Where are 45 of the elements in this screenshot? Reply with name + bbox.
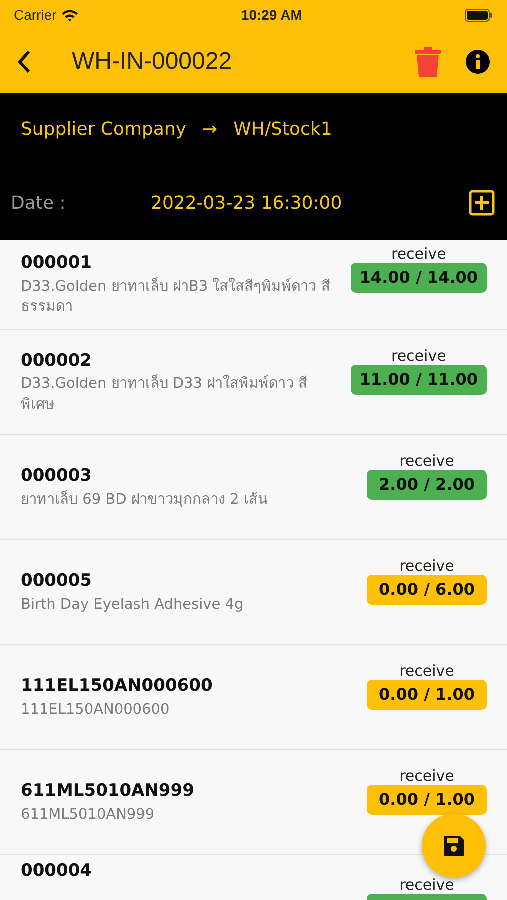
- add-button[interactable]: [469, 190, 495, 216]
- date-label: Date :: [11, 192, 67, 216]
- item-code: 111EL150AN000600: [21, 675, 213, 698]
- destination-location: WH/Stock1: [234, 118, 332, 142]
- list-item[interactable]: 111EL150AN000600 111EL150AN000600 receive 0.00 / 1.00: [0, 645, 507, 750]
- list-item[interactable]: 000001 D33.Golden ยาทาเล็บ ฝาB3 ใสใสสีๆพิมพ์ดาว สีธรรมดา receive 14.00 / 14.00: [0, 240, 507, 330]
- receive-label: receive: [400, 663, 454, 680]
- item-code: 000005: [21, 570, 93, 594]
- date-value: 2022-03-23 16:30:00: [151, 192, 344, 216]
- save-button[interactable]: [422, 814, 486, 878]
- quantity-badge: 14.00 / 14.00: [350, 262, 487, 292]
- receive-label: receive: [400, 877, 454, 894]
- item-code: 000001: [21, 252, 93, 276]
- item-code: 000003: [21, 465, 93, 488]
- quantity-badge: 0.00 / 6.00: [367, 574, 487, 604]
- receive-label: receive: [400, 453, 454, 470]
- quantity-badge: 11.00 / 11.00: [350, 364, 487, 394]
- item-description: Birth Day Eyelash Adhesive 4g: [21, 596, 244, 615]
- item-description: 611ML5010AN999: [21, 806, 156, 825]
- receive-label: receive: [400, 768, 454, 784]
- item-code: 611ML5010AN999: [21, 780, 194, 804]
- receive-label: receive: [391, 348, 446, 364]
- list-item[interactable]: 000005 Birth Day Eyelash Adhesive 4g receive 0.00 / 6.00: [0, 540, 507, 645]
- list-item[interactable]: 000002 D33.Golden ยาทาเล็บ D33 ฝาใสพิมพ์ดาว สี พิเศษ receive 11.00 / 11.00: [0, 330, 507, 435]
- carrier-label: Carrier: [14, 6, 57, 24]
- wifi-icon: [60, 8, 79, 22]
- page-title: WH-IN-000022: [72, 46, 234, 76]
- item-code: 000004: [21, 860, 92, 883]
- item-code: 000002: [21, 350, 93, 373]
- clock-time: 10:29 AM: [241, 6, 302, 24]
- source-location: Supplier Company: [21, 118, 187, 142]
- item-description: D33.Golden ยาทาเล็บ D33 ฝาใสพิมพ์ดาว สี พิเศษ: [21, 374, 309, 415]
- receive-label: receive: [391, 246, 446, 262]
- item-description: D33.Golden ยาทาเล็บ ฝาB3 ใสใสสีๆพิมพ์ดาว สีธรรมดา: [21, 276, 332, 318]
- quantity-badge: 0.00 / 1.00: [367, 784, 487, 814]
- info-button[interactable]: [465, 48, 491, 74]
- receive-label: receive: [400, 558, 454, 574]
- quantity-badge: 0.00 / 1.00: [367, 680, 487, 710]
- item-description: ยาทาเล็บ 69 BD ฝาขาวมุกกลาง 2 เส้น: [21, 490, 268, 510]
- arrow-icon: →: [202, 116, 218, 144]
- item-description: 111EL150AN000600: [21, 700, 171, 720]
- quantity-badge: 2.00 / 2.00: [367, 470, 487, 500]
- battery-icon: [464, 8, 493, 22]
- back-button[interactable]: [16, 48, 32, 74]
- list-item[interactable]: 000003 ยาทาเล็บ 69 BD ฝาขาวมุกกลาง 2 เส้น receive 2.00 / 2.00: [0, 435, 507, 540]
